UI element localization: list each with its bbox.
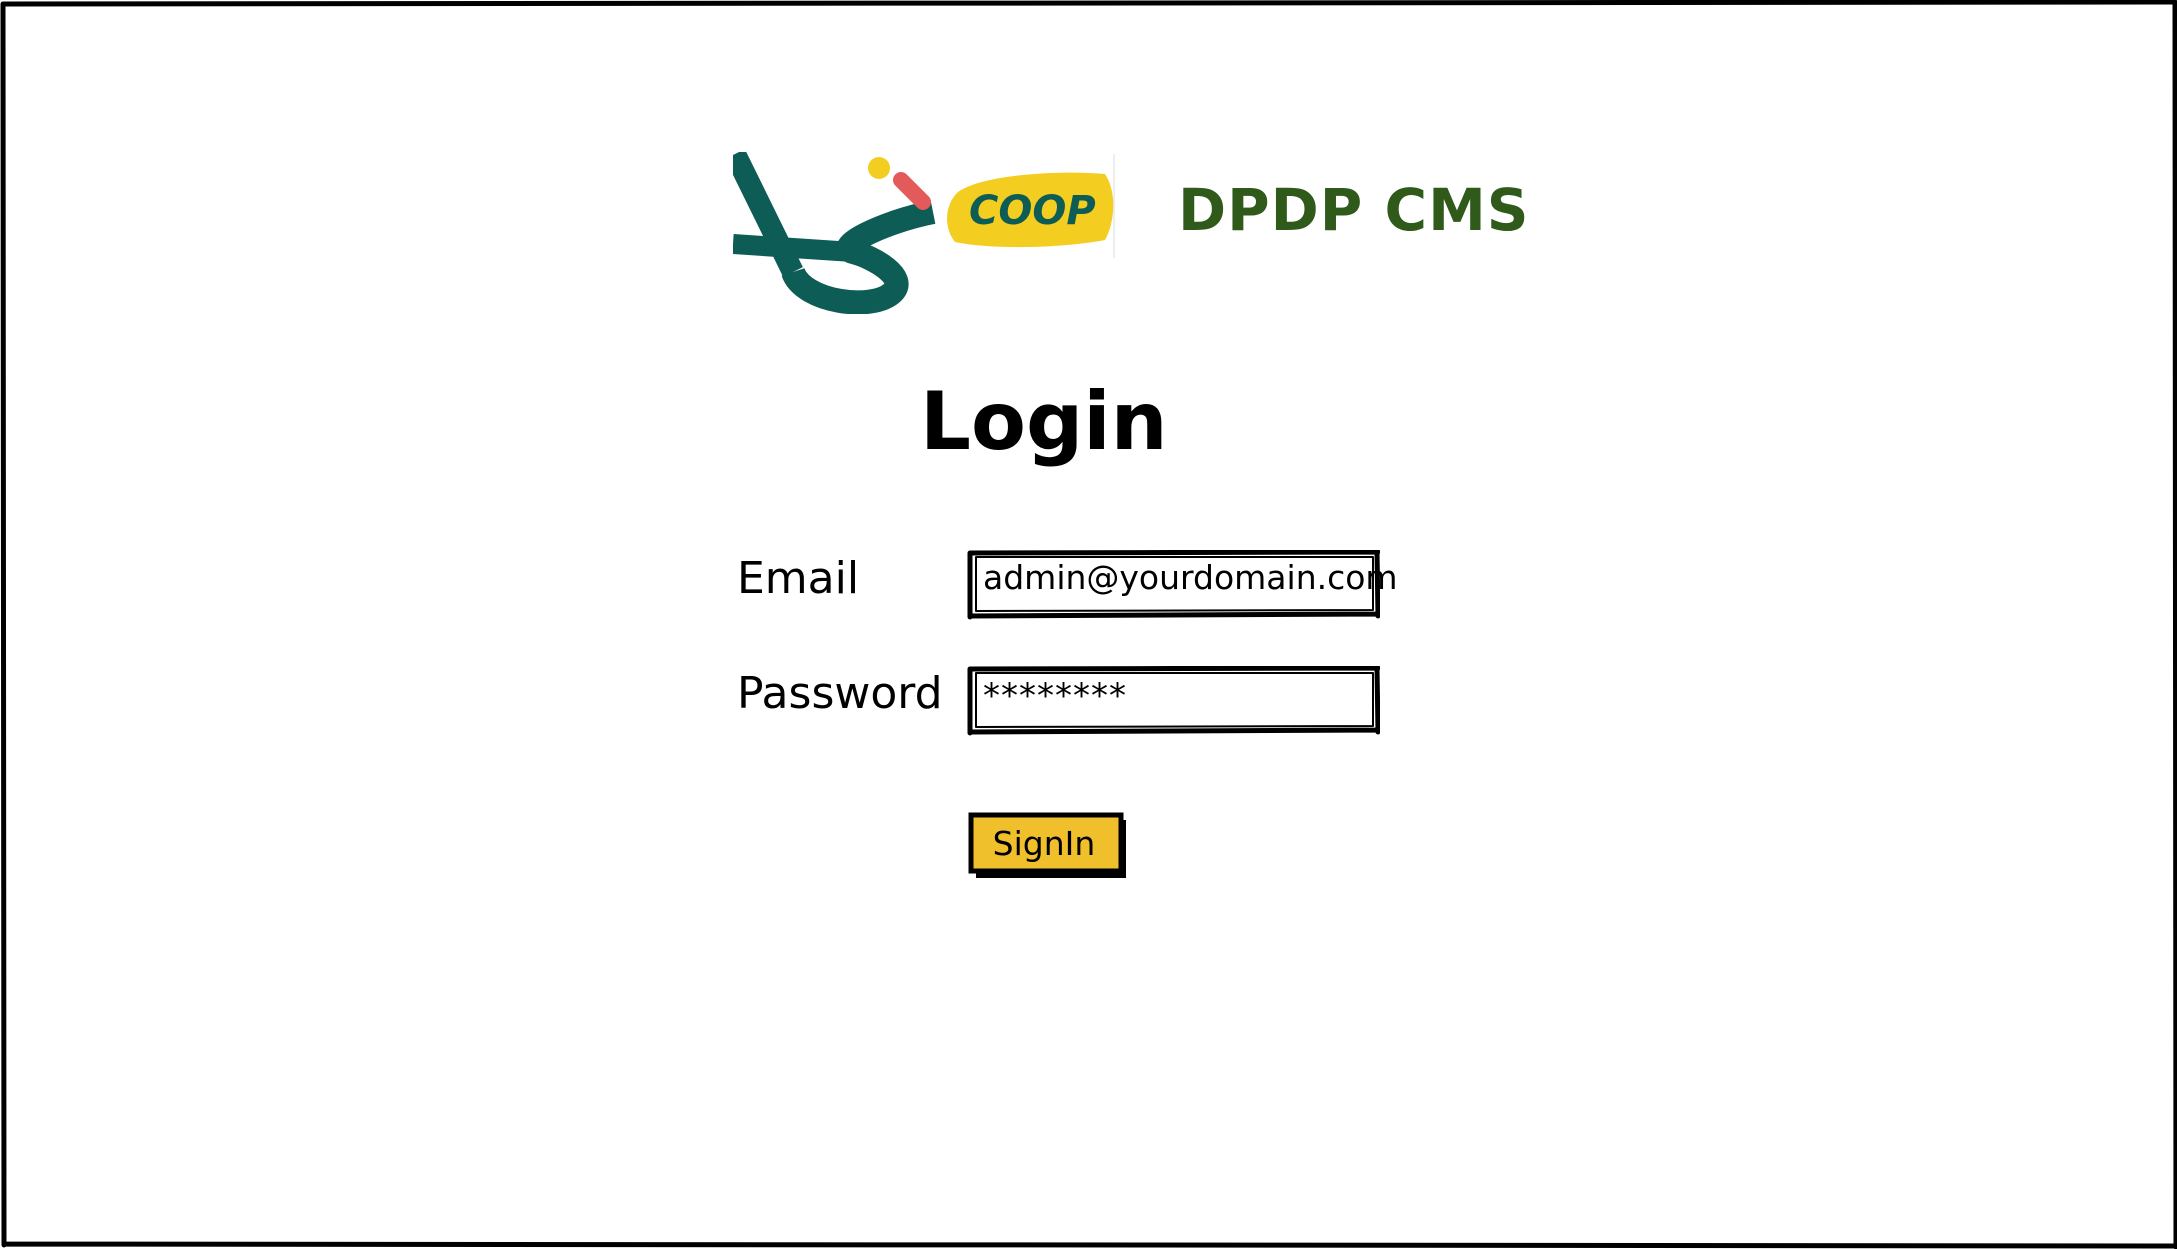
password-label: Password: [737, 668, 943, 719]
signin-button[interactable]: SignIn: [968, 812, 1132, 880]
brand-logo: COOP: [725, 149, 1115, 315]
password-field[interactable]: ********: [967, 666, 1380, 736]
login-heading: Login: [920, 375, 1168, 468]
password-value: ********: [983, 676, 1127, 716]
signin-label: SignIn: [992, 824, 1096, 863]
email-label: Email: [737, 553, 860, 604]
email-field[interactable]: admin@yourdomain.com: [967, 550, 1398, 620]
email-value: admin@yourdomain.com: [983, 558, 1398, 597]
app-title: DPDP CMS: [1178, 176, 1530, 244]
logo-coop-text: COOP: [969, 188, 1096, 234]
